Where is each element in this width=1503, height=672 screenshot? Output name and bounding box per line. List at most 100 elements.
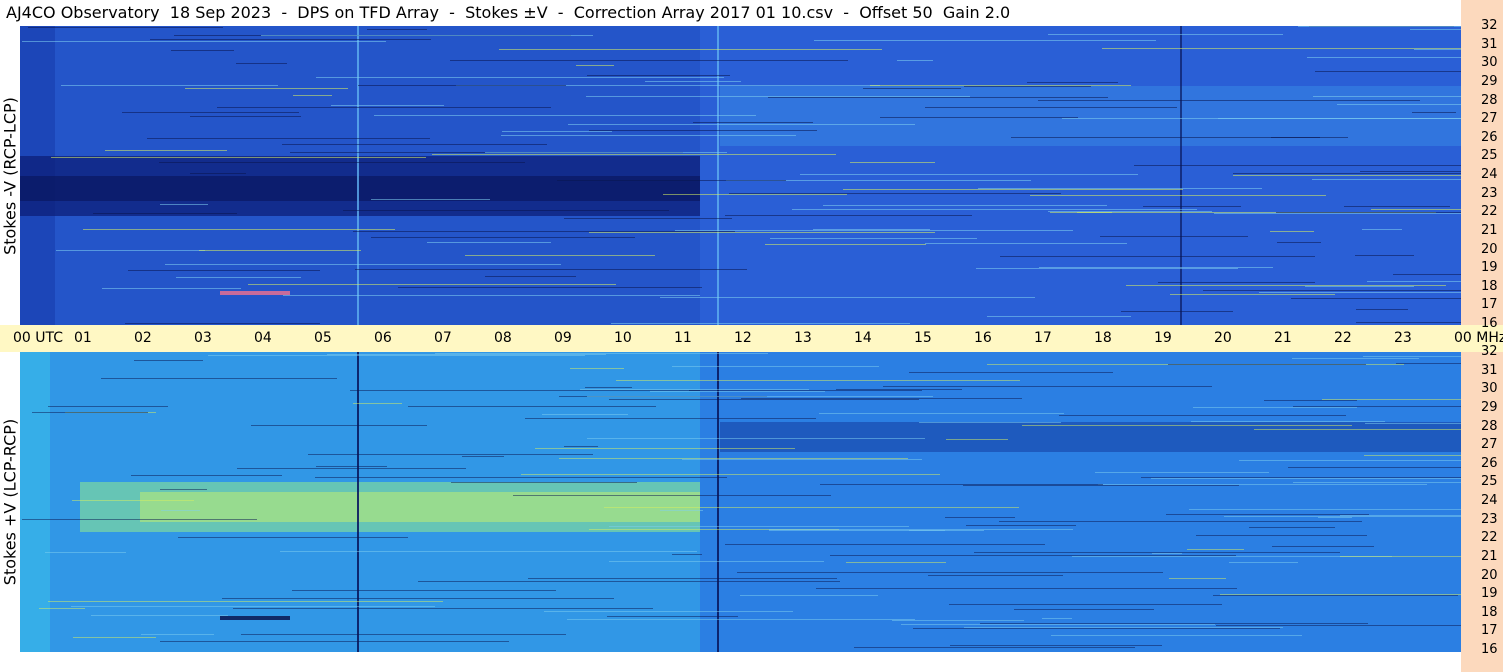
interference-line (22, 519, 257, 520)
interference-line (576, 65, 614, 66)
interference-line (122, 112, 299, 113)
interference-line (1030, 195, 1326, 196)
interference-line (237, 468, 466, 469)
interference-line (1340, 556, 1461, 557)
interference-line (343, 210, 669, 211)
interference-line (863, 88, 961, 89)
interference-line (1307, 57, 1461, 58)
interference-line (800, 174, 1138, 175)
interference-line (1254, 429, 1461, 430)
interference-line (1288, 467, 1461, 468)
interference-line (501, 135, 796, 136)
interference-line (105, 150, 227, 151)
interference-line (1362, 229, 1402, 230)
interference-line (645, 81, 741, 82)
interference-line (1396, 363, 1461, 364)
interference-line (974, 552, 1340, 553)
time-tick-label: 21 (1274, 330, 1292, 346)
frequency-tick-label: 22 (1481, 530, 1498, 546)
interference-line (371, 199, 490, 200)
interference-line (280, 551, 697, 552)
interference-line (355, 269, 747, 270)
interference-line (171, 50, 234, 51)
frequency-tick-label: 24 (1481, 167, 1498, 182)
interference-line (1355, 255, 1414, 256)
interference-line (587, 438, 925, 439)
top-panel-label: Stokes -V (RCP-LCP) (0, 96, 20, 255)
interference-line (737, 572, 1163, 573)
interference-line (650, 391, 825, 392)
top-panel-label-area: Stokes -V (RCP-LCP) (0, 26, 20, 325)
interference-line (1239, 460, 1461, 461)
interference-line (1270, 231, 1314, 232)
interference-line (217, 107, 551, 108)
interference-line (1166, 514, 1369, 515)
interference-line (161, 510, 200, 511)
interference-line (178, 537, 408, 538)
interference-line (331, 105, 444, 106)
vertical-line (357, 26, 359, 325)
interference-line (1412, 112, 1456, 113)
interference-line (190, 173, 246, 174)
interference-line (1126, 285, 1446, 286)
interference-line (435, 353, 768, 354)
interference-line (485, 152, 727, 153)
time-tick-label: 10 (614, 330, 632, 346)
interference-line (1102, 48, 1461, 49)
interference-line (101, 378, 337, 379)
interference-line (1293, 482, 1461, 483)
interference-line (185, 88, 348, 89)
interference-line (1220, 594, 1461, 595)
interference-line (769, 529, 1073, 530)
interference-line (282, 144, 547, 145)
interference-line (1203, 290, 1461, 291)
interference-line (1229, 562, 1298, 563)
interference-line (999, 521, 1362, 522)
interference-line (1100, 236, 1248, 237)
interference-line (1337, 104, 1461, 105)
interference-line (1224, 516, 1461, 517)
interference-line (564, 446, 598, 447)
interference-line (675, 230, 1073, 231)
interference-line (1048, 34, 1283, 35)
interference-line (1393, 274, 1461, 275)
interference-line (963, 485, 1239, 486)
interference-line (1312, 179, 1461, 180)
interference-line (51, 157, 426, 158)
frequency-tick-label: 18 (1481, 278, 1498, 294)
interference-line (611, 323, 910, 324)
interference-line (589, 130, 817, 131)
frequency-tick-label: 21 (1481, 222, 1498, 238)
frequency-tick-label: 19 (1481, 586, 1498, 602)
interference-line (316, 466, 387, 467)
interference-line (91, 615, 228, 616)
interference-line (1233, 175, 1461, 176)
interference-line (432, 154, 836, 155)
frequency-tick-label: 16 (1481, 316, 1498, 331)
interference-line (1189, 509, 1461, 510)
spectrogram-bottom (20, 352, 1461, 652)
time-tick-label: 23 (1394, 330, 1412, 346)
interference-line (557, 180, 786, 181)
interference-line (39, 608, 85, 609)
interference-line (61, 85, 278, 86)
interference-line (1291, 298, 1461, 299)
time-tick-label: 08 (494, 330, 512, 346)
interference-line (1152, 553, 1182, 554)
footer-band (0, 652, 1461, 672)
activity-band (720, 422, 1461, 452)
interference-line (830, 555, 1236, 556)
interference-line (418, 581, 840, 582)
interference-line (1276, 212, 1461, 213)
interference-line (919, 422, 1061, 423)
interference-line (1196, 535, 1367, 536)
interference-burst (220, 291, 290, 295)
interference-line (367, 29, 427, 30)
frequency-tick-label: 32 (1481, 18, 1498, 33)
interference-line (950, 645, 1162, 646)
interference-line (928, 575, 1063, 576)
interference-line (147, 138, 430, 139)
interference-line (261, 35, 593, 36)
frequency-tick-label: 31 (1481, 362, 1498, 378)
interference-line (609, 399, 919, 400)
